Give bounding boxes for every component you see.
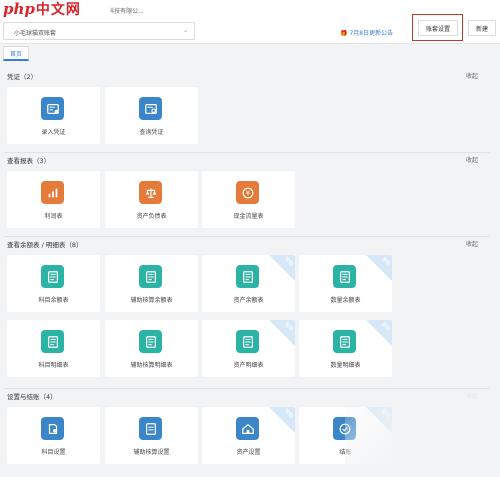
account-set-select-value: 小毛球猫双账套 [14, 30, 57, 37]
ledger-icon [41, 265, 64, 288]
collapse-button[interactable]: 收起 [466, 239, 478, 248]
shortcut-card[interactable]: 录入凭证 [7, 87, 100, 144]
balance-scale-icon [139, 181, 162, 204]
section-title: 查看报表（3） [7, 157, 51, 165]
shortcut-card[interactable]: ¥ 现金流量表 [202, 171, 295, 228]
shortcut-card[interactable]: 资产余额表 智能 [202, 255, 295, 312]
site-logo: php 中文网 [0, 0, 110, 18]
section-header-balances: 查看余额表 / 明细表（8） 收起 [0, 236, 490, 250]
ledger-icon [139, 265, 162, 288]
asset-settings-icon [236, 417, 259, 440]
tab-bar: 首页 [0, 45, 500, 62]
shortcut-card[interactable]: 资产设置 智能 [202, 407, 295, 464]
shortcut-card[interactable]: 辅助核算设置 [105, 407, 198, 464]
shortcut-card-label: 现金流量表 [233, 213, 264, 220]
logo-php-text: php [3, 0, 35, 18]
ledger-icon [333, 330, 356, 353]
collapse-button[interactable]: 收起 [466, 71, 478, 80]
shortcut-card-label: 科目余额表 [38, 297, 69, 304]
shortcut-card-label: 数量明细表 [330, 362, 361, 369]
shortcut-card[interactable]: 查询凭证 [105, 87, 198, 144]
section-title: 查看余额表 / 明细表（8） [7, 241, 83, 249]
shortcut-card[interactable]: 利润表 [7, 171, 100, 228]
subject-settings-icon [41, 417, 64, 440]
ledger-icon [236, 265, 259, 288]
shortcut-card[interactable]: 辅助核算余额表 [105, 255, 198, 312]
shortcut-card-label: 辅助核算设置 [133, 449, 170, 456]
aux-settings-icon [139, 417, 162, 440]
shortcut-card[interactable]: 资产负债表 [105, 171, 198, 228]
section-header-vouchers: 凭证（2） 收起 [0, 68, 490, 82]
shortcut-card-label: 科目明细表 [38, 362, 69, 369]
shortcut-card-label: 辅助核算明细表 [130, 362, 173, 369]
ledger-icon [139, 330, 162, 353]
svg-text:¥: ¥ [246, 190, 250, 197]
fade-overlay [345, 390, 500, 477]
new-account-button[interactable]: 新建 [468, 20, 496, 36]
coin-icon: ¥ [236, 181, 259, 204]
shortcut-card[interactable]: 资产明细表 智能 [202, 320, 295, 377]
gift-icon: 🎁 [340, 30, 348, 37]
account-set-select[interactable]: 小毛球猫双账套 ⌄ [3, 22, 195, 40]
section-title: 凭证（2） [7, 73, 38, 81]
shortcut-card[interactable]: 科目余额表 [7, 255, 100, 312]
bar-chart-icon [41, 181, 64, 204]
shortcut-card-label: 数量余额表 [330, 297, 361, 304]
shortcut-card[interactable]: 数量余额表 智能 [299, 255, 392, 312]
collapse-button[interactable]: 收起 [466, 155, 478, 164]
account-settings-button[interactable]: 账套设置 [418, 20, 458, 36]
update-notice-link[interactable]: 🎁 7月8日更新公告 [340, 28, 393, 37]
shortcut-card-label: 资产余额表 [233, 297, 264, 304]
voucher-query-icon [139, 97, 162, 120]
shortcut-card-label: 科目设置 [41, 449, 66, 456]
shortcut-card-label: 查询凭证 [139, 129, 164, 136]
chevron-down-icon: ⌄ [182, 27, 188, 34]
ledger-icon [333, 265, 356, 288]
logo-cn-text: 中文网 [35, 2, 81, 18]
voucher-entry-icon [41, 97, 64, 120]
shortcut-card-label: 资产设置 [236, 449, 261, 456]
shortcut-card[interactable]: 科目设置 [7, 407, 100, 464]
shortcut-card-label: 辅助核算余额表 [130, 297, 173, 304]
tab-home[interactable]: 首页 [3, 46, 29, 61]
ledger-icon [41, 330, 64, 353]
shortcut-card[interactable]: 科目明细表 [7, 320, 100, 377]
shortcut-card[interactable]: 辅助核算明细表 [105, 320, 198, 377]
shortcut-card-label: 录入凭证 [41, 129, 66, 136]
section-header-reports: 查看报表（3） 收起 [0, 152, 490, 166]
shortcut-card[interactable]: 数量明细表 智能 [299, 320, 392, 377]
shortcut-card-label: 资产负债表 [136, 213, 167, 220]
update-notice-text: 7月8日更新公告 [349, 30, 394, 37]
shortcut-card-label: 资产明细表 [233, 362, 264, 369]
shortcut-card-label: 利润表 [44, 213, 63, 220]
section-title: 设置与结账（4） [7, 393, 57, 401]
ledger-icon [236, 330, 259, 353]
